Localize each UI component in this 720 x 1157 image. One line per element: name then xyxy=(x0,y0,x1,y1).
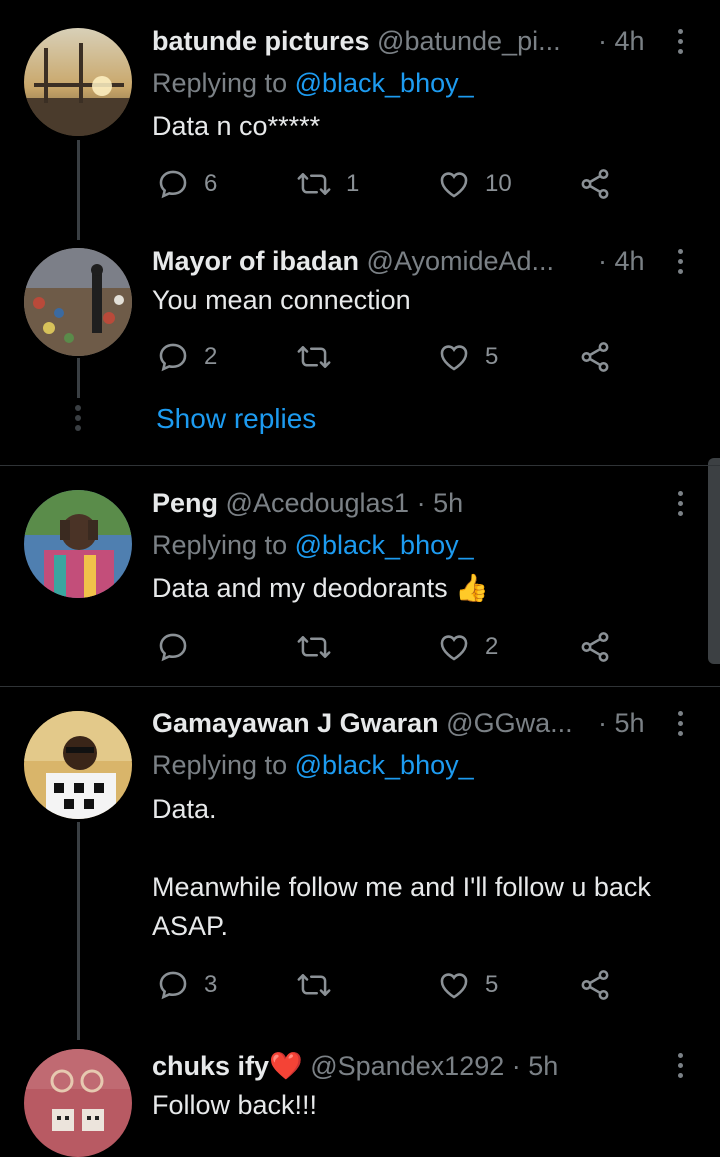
like-button[interactable]: 5 xyxy=(437,340,498,374)
more-options-icon[interactable] xyxy=(671,1053,689,1078)
scrollbar-thumb[interactable] xyxy=(708,458,720,664)
tweet-header: batunde pictures @batunde_pi... xyxy=(152,25,561,57)
reply-icon xyxy=(159,170,187,199)
user-handle[interactable]: @AyomideAd... xyxy=(367,246,555,276)
replying-to-label: Replying to xyxy=(152,530,295,560)
display-name[interactable]: Peng xyxy=(152,488,218,518)
reply-count: 2 xyxy=(204,343,218,370)
replying-to-label: Replying to xyxy=(152,68,295,98)
retweet-icon xyxy=(297,346,331,368)
reply-icon xyxy=(159,343,187,372)
avatar[interactable] xyxy=(24,490,132,598)
tweet-header: Peng @Acedouglas1 · 5h xyxy=(152,487,463,519)
display-name[interactable]: Gamayawan J Gwaran xyxy=(152,708,439,738)
divider xyxy=(0,686,720,687)
timestamp[interactable]: · 5h xyxy=(512,1051,559,1081)
mention-link[interactable]: @black_bhoy_ xyxy=(295,530,474,560)
tweet-text: Follow back!!! xyxy=(152,1090,318,1120)
retweet-button[interactable] xyxy=(296,968,346,1002)
mention-link[interactable]: @black_bhoy_ xyxy=(295,750,474,780)
heart-icon xyxy=(440,973,468,999)
tweet-text: Data. Meanwhile follow me and I'll follo… xyxy=(152,794,651,941)
tweet-header: Mayor of ibadan @AyomideAd... xyxy=(152,245,554,277)
heart-emoji: ❤️ xyxy=(269,1051,303,1081)
tweet-header: chuks ify❤️ @Spandex1292 · 5h xyxy=(152,1050,558,1082)
like-count: 2 xyxy=(485,633,499,660)
timestamp[interactable]: · 5h xyxy=(417,488,464,518)
user-handle[interactable]: @GGwa... xyxy=(446,708,572,738)
tweet-text: Data and my deodorants 👍 xyxy=(152,573,489,603)
heart-icon xyxy=(440,635,468,661)
reply-button[interactable] xyxy=(156,630,204,664)
user-handle[interactable]: @Acedouglas1 xyxy=(226,488,410,518)
reply-icon xyxy=(159,971,187,1000)
heart-icon xyxy=(440,172,468,198)
like-button[interactable]: 5 xyxy=(437,968,498,1002)
reply-button[interactable]: 2 xyxy=(156,340,217,374)
user-handle[interactable]: @batunde_pi... xyxy=(377,26,561,56)
more-options-icon[interactable] xyxy=(671,29,689,54)
show-replies-link[interactable]: Show replies xyxy=(156,403,316,435)
tweet-text: You mean connection xyxy=(152,285,411,315)
retweet-button[interactable] xyxy=(296,340,346,374)
timestamp[interactable]: · 5h xyxy=(598,707,645,739)
avatar[interactable] xyxy=(24,248,132,356)
avatar[interactable] xyxy=(24,28,132,136)
mention-link[interactable]: @black_bhoy_ xyxy=(295,68,474,98)
retweet-icon xyxy=(297,974,331,996)
retweet-count: 1 xyxy=(346,170,360,197)
reply-icon xyxy=(159,633,187,662)
like-count: 10 xyxy=(485,170,512,197)
display-name[interactable]: batunde pictures xyxy=(152,26,370,56)
retweet-icon xyxy=(297,636,331,658)
divider xyxy=(0,465,720,466)
replying-to-label: Replying to xyxy=(152,750,295,780)
share-icon xyxy=(581,169,609,199)
like-count: 5 xyxy=(485,971,499,998)
like-button[interactable]: 10 xyxy=(437,167,512,201)
display-name[interactable]: chuks ify xyxy=(152,1051,269,1081)
thread-line xyxy=(77,358,80,398)
more-options-icon[interactable] xyxy=(671,491,689,516)
share-button[interactable] xyxy=(578,968,612,1002)
like-button[interactable]: 2 xyxy=(437,630,498,664)
reply-count: 6 xyxy=(204,170,218,197)
thread-ellipsis xyxy=(75,405,81,431)
reply-button[interactable]: 6 xyxy=(156,167,217,201)
more-options-icon[interactable] xyxy=(671,711,689,736)
share-button[interactable] xyxy=(578,340,612,374)
share-icon xyxy=(581,632,609,662)
heart-icon xyxy=(440,345,468,371)
tweet-header: Gamayawan J Gwaran @GGwa... xyxy=(152,707,573,739)
retweet-button[interactable] xyxy=(296,630,346,664)
thread-line xyxy=(77,822,80,1040)
display-name[interactable]: Mayor of ibadan xyxy=(152,246,359,276)
share-icon xyxy=(581,342,609,372)
replying-to: Replying to @black_bhoy_ xyxy=(152,749,474,781)
user-handle[interactable]: @Spandex1292 xyxy=(310,1051,504,1081)
avatar[interactable] xyxy=(24,1049,132,1157)
timestamp[interactable]: · 4h xyxy=(598,245,645,277)
share-button[interactable] xyxy=(578,630,612,664)
thread-line xyxy=(77,140,80,240)
share-button[interactable] xyxy=(578,167,612,201)
replying-to: Replying to @black_bhoy_ xyxy=(152,67,474,99)
reply-button[interactable]: 3 xyxy=(156,968,217,1002)
like-count: 5 xyxy=(485,343,499,370)
avatar[interactable] xyxy=(24,711,132,819)
tweet-text: Data n co***** xyxy=(152,111,321,141)
more-options-icon[interactable] xyxy=(671,249,689,274)
replying-to: Replying to @black_bhoy_ xyxy=(152,529,474,561)
retweet-icon xyxy=(297,173,331,195)
retweet-button[interactable]: 1 xyxy=(296,167,359,201)
reply-count: 3 xyxy=(204,971,218,998)
timestamp[interactable]: · 4h xyxy=(598,25,645,57)
share-icon xyxy=(581,970,609,1000)
